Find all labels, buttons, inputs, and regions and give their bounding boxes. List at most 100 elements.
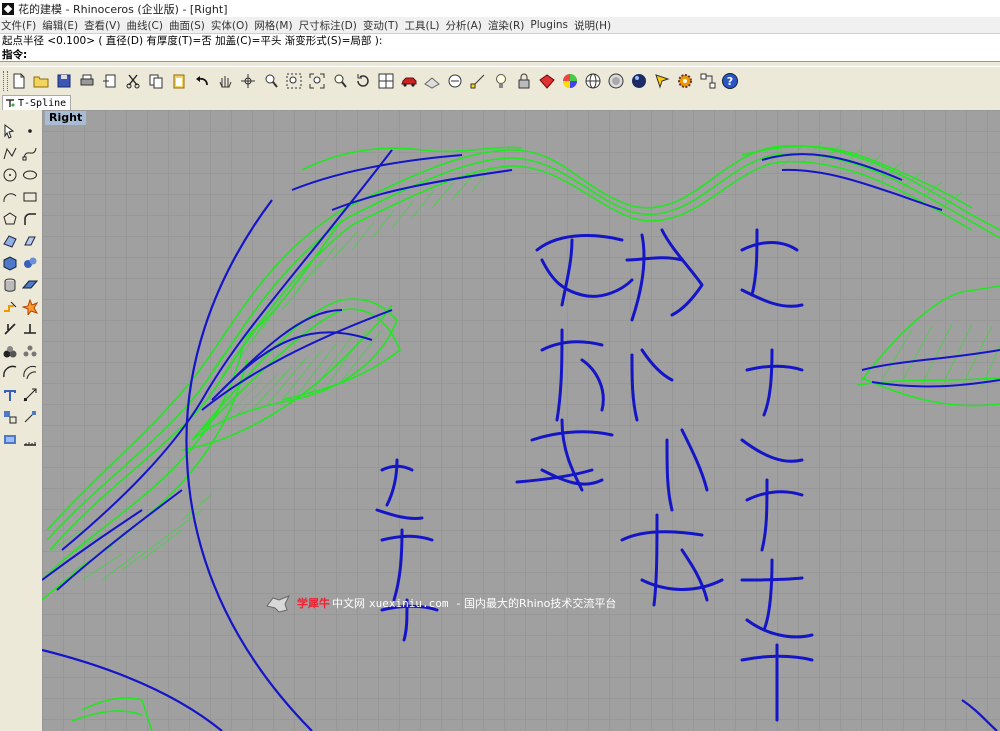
viewport-label[interactable]: Right xyxy=(45,111,87,125)
menu-view[interactable]: 查看(V) xyxy=(83,18,125,33)
menu-surface[interactable]: 曲面(S) xyxy=(168,18,210,33)
standard-toolbar: ? xyxy=(0,66,1000,96)
gear-icon[interactable] xyxy=(676,72,694,90)
command-input[interactable] xyxy=(30,49,931,61)
arc-icon[interactable] xyxy=(1,188,19,206)
transform-icon[interactable] xyxy=(1,408,19,426)
viewport-canvas[interactable] xyxy=(42,110,1000,731)
network-icon[interactable] xyxy=(699,72,717,90)
group-icon[interactable] xyxy=(21,342,39,360)
help-icon[interactable]: ? xyxy=(721,72,739,90)
zoom-selected-icon[interactable] xyxy=(331,72,349,90)
pan-icon[interactable] xyxy=(216,72,234,90)
paste-icon[interactable] xyxy=(170,72,188,90)
copy-icon[interactable] xyxy=(147,72,165,90)
circle-icon[interactable] xyxy=(1,166,19,184)
fillet-icon[interactable] xyxy=(21,210,39,228)
spheres-icon[interactable] xyxy=(21,254,39,272)
zoom-window-icon[interactable] xyxy=(285,72,303,90)
undo-icon[interactable] xyxy=(193,72,211,90)
polygon-icon[interactable] xyxy=(1,210,19,228)
command-line: 指令: xyxy=(0,48,1000,62)
new-icon[interactable] xyxy=(10,72,28,90)
light-icon[interactable] xyxy=(492,72,510,90)
right-viewport[interactable]: Right xyxy=(42,110,1000,731)
import-icon[interactable] xyxy=(101,72,119,90)
blend-icon[interactable] xyxy=(1,364,19,382)
zoom-icon[interactable] xyxy=(262,72,280,90)
title-bar: 花的建模 - Rhinoceros (企业版) - [Right] xyxy=(0,0,1000,17)
main-toolbar xyxy=(0,110,43,731)
menu-dimension[interactable]: 尺寸标注(D) xyxy=(298,18,362,33)
color-wheel-icon[interactable] xyxy=(561,72,579,90)
sphere-shaded-icon[interactable] xyxy=(630,72,648,90)
save-icon[interactable] xyxy=(55,72,73,90)
menu-bar: 文件(F) 编辑(E) 查看(V) 曲线(C) 曲面(S) 实体(O) 网格(M… xyxy=(0,17,1000,34)
extrude-icon[interactable] xyxy=(21,232,39,250)
menu-plugins[interactable]: Plugins xyxy=(529,19,573,31)
menu-help[interactable]: 说明(H) xyxy=(573,18,616,33)
ruler-icon[interactable] xyxy=(21,430,39,448)
plane-icon[interactable] xyxy=(21,276,39,294)
rhino-app-icon xyxy=(2,2,14,15)
analyze-icon[interactable] xyxy=(1,430,19,448)
tab-tspline[interactable]: T-Spline xyxy=(2,95,72,110)
watermark-brand: 学犀牛 xyxy=(297,597,330,610)
join-icon[interactable] xyxy=(1,342,19,360)
rhino-logo-icon xyxy=(266,595,291,613)
rectangle-icon[interactable] xyxy=(21,188,39,206)
open-icon[interactable] xyxy=(32,72,50,90)
four-viewports-icon[interactable] xyxy=(377,72,395,90)
box-icon[interactable] xyxy=(1,254,19,272)
offset-icon[interactable] xyxy=(21,364,39,382)
grid-icon[interactable] xyxy=(423,72,441,90)
print-icon[interactable] xyxy=(78,72,96,90)
cylinder-icon[interactable] xyxy=(1,276,19,294)
cut-icon[interactable] xyxy=(124,72,142,90)
curve-cv-icon[interactable] xyxy=(21,144,39,162)
zoom-extents-icon[interactable] xyxy=(308,72,326,90)
trim-icon[interactable] xyxy=(1,320,19,338)
svg-text:?: ? xyxy=(727,75,733,88)
text-icon[interactable] xyxy=(1,386,19,404)
point-tool-icon[interactable] xyxy=(21,122,39,140)
menu-curve[interactable]: 曲线(C) xyxy=(125,18,168,33)
boolean-icon[interactable] xyxy=(1,298,19,316)
menu-analyze[interactable]: 分析(A) xyxy=(445,18,487,33)
menu-transform[interactable]: 变动(T) xyxy=(362,18,404,33)
osnap-icon[interactable] xyxy=(469,72,487,90)
sphere-wire-icon[interactable] xyxy=(584,72,602,90)
explode-icon[interactable] xyxy=(21,298,39,316)
dimension-icon[interactable] xyxy=(21,386,39,404)
command-history: 起点半径 <0.100> ( 直径(D) 有厚度(T)=否 加盖(C)=平头 渐… xyxy=(0,34,1000,48)
watermark-site: 中文网 xyxy=(332,597,365,610)
ellipse-icon[interactable] xyxy=(21,166,39,184)
menu-file[interactable]: 文件(F) xyxy=(0,18,41,33)
lock-icon[interactable] xyxy=(515,72,533,90)
watermark-tagline: - 国内最大的Rhino技术交流平台 xyxy=(456,597,617,610)
car-icon[interactable] xyxy=(400,72,418,90)
select-icon[interactable] xyxy=(653,72,671,90)
surface-icon[interactable] xyxy=(1,232,19,250)
tspline-icon xyxy=(6,99,15,107)
menu-solid[interactable]: 实体(O) xyxy=(210,18,253,33)
menu-edit[interactable]: 编辑(E) xyxy=(41,18,83,33)
rotate-icon[interactable] xyxy=(354,72,372,90)
point-icon[interactable] xyxy=(446,72,464,90)
tab-label: T-Spline xyxy=(18,97,67,109)
menu-render[interactable]: 渲染(R) xyxy=(487,18,530,33)
rotate-view-icon[interactable] xyxy=(239,72,257,90)
select-arrow-icon[interactable] xyxy=(1,122,19,140)
menu-tools[interactable]: 工具(L) xyxy=(403,18,444,33)
watermark: 学犀牛 中文网 xuexiniu.com - 国内最大的Rhino技术交流平台 xyxy=(265,592,616,614)
material-icon[interactable] xyxy=(538,72,556,90)
toolbar-grip[interactable] xyxy=(3,71,8,91)
construction-grid xyxy=(42,110,1000,731)
menu-mesh[interactable]: 网格(M) xyxy=(253,18,297,33)
array-icon[interactable] xyxy=(21,408,39,426)
split-icon[interactable] xyxy=(21,320,39,338)
sphere-render-icon[interactable] xyxy=(607,72,625,90)
polyline-icon[interactable] xyxy=(1,144,19,162)
command-prompt: 指令: xyxy=(2,49,28,61)
watermark-domain: xuexiniu.com xyxy=(369,596,449,610)
